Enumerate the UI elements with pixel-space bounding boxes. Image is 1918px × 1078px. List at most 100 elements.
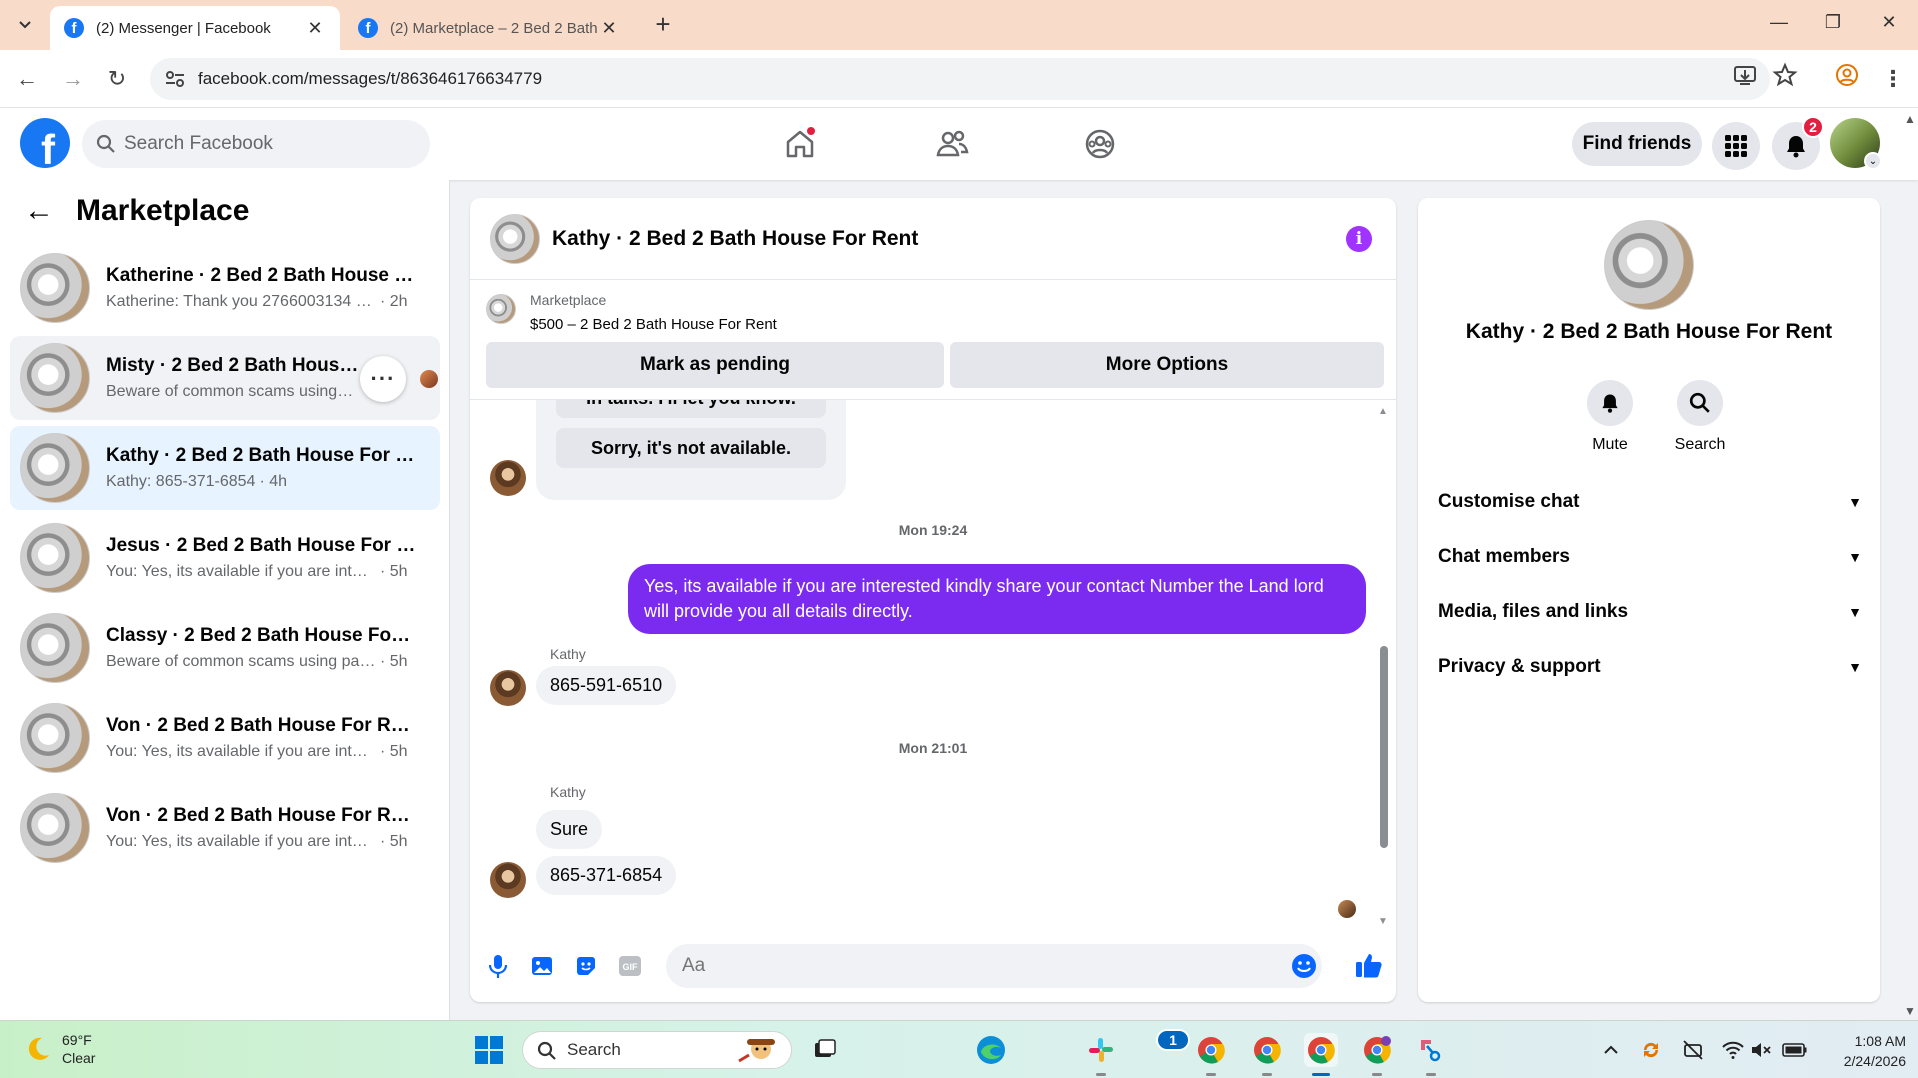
chevron-up-icon[interactable]	[1594, 1033, 1628, 1067]
chrome-profile-icon[interactable]	[1250, 1033, 1284, 1067]
close-tab-icon[interactable]: ✕	[598, 18, 620, 39]
url-field[interactable]: facebook.com/messages/t/863646176634779	[150, 58, 1770, 100]
tab-marketplace[interactable]: f (2) Marketplace – 2 Bed 2 Bath ✕	[344, 6, 634, 50]
message-input[interactable]	[666, 944, 1322, 988]
more-options-button[interactable]: More Options	[950, 342, 1384, 388]
app-icon[interactable]: 1	[1152, 1029, 1190, 1067]
chat-name: Misty · 2 Bed 2 Bath House For	[106, 355, 366, 376]
edge-icon[interactable]	[974, 1033, 1008, 1067]
tab-search-button[interactable]	[8, 10, 42, 40]
page-scrollbar[interactable]: ▲ ▼	[1900, 108, 1918, 1020]
menu-button[interactable]	[1712, 122, 1760, 170]
new-tab-icon[interactable]: +	[650, 11, 676, 38]
browser-menu-icon[interactable]: ⋮	[1878, 64, 1908, 94]
customise-chat-section[interactable]: Customise chat ▼	[1438, 482, 1862, 522]
task-view-icon[interactable]	[808, 1033, 842, 1067]
profile-account-icon[interactable]	[1834, 62, 1860, 88]
friends-nav-button[interactable]	[930, 122, 974, 166]
grid-menu-icon	[1725, 135, 1747, 157]
chat-list-item-selected[interactable]: Kathy · 2 Bed 2 Bath House For Rent Kath…	[10, 426, 440, 510]
thumbs-up-icon[interactable]	[1354, 950, 1384, 985]
listing-thumbnail[interactable]	[490, 213, 540, 264]
incoming-message[interactable]: 865-591-6510	[536, 666, 677, 705]
chrome-profile-a-icon[interactable]	[1360, 1033, 1394, 1067]
search-facebook-input[interactable]: Search Facebook	[82, 120, 430, 168]
weather-widget[interactable]: 69°F Clear	[24, 1031, 95, 1067]
gif-icon[interactable]: GIF	[616, 952, 644, 980]
snipping-tool-icon[interactable]	[1414, 1033, 1448, 1067]
restore-icon[interactable]: ❐	[1818, 12, 1848, 33]
sync-icon[interactable]	[1634, 1033, 1668, 1067]
chat-time: · 5h	[380, 743, 408, 760]
scroll-up-icon[interactable]: ▲	[1904, 112, 1916, 126]
windows-taskbar: 69°F Clear Search 1 1:08 AM 2/24/2026	[0, 1020, 1918, 1078]
media-files-links-section[interactable]: Media, files and links ▼	[1438, 592, 1862, 632]
volume-muted-icon[interactable]	[1744, 1033, 1778, 1067]
system-clock[interactable]: 1:08 AM 2/24/2026	[1826, 1031, 1906, 1071]
sticker-icon[interactable]	[572, 952, 600, 980]
facebook-logo-icon[interactable]: f	[20, 118, 70, 168]
install-app-icon[interactable]	[1732, 62, 1758, 88]
forward-arrow-icon[interactable]: →	[58, 64, 88, 94]
groups-nav-button[interactable]	[1078, 122, 1122, 166]
taskbar-badge: 1	[1156, 1029, 1190, 1051]
conversation-title[interactable]: Kathy · 2 Bed 2 Bath House For Rent	[552, 227, 918, 251]
reload-icon[interactable]: ↻	[102, 64, 132, 94]
tab-messenger[interactable]: f (2) Messenger | Facebook ✕	[50, 6, 340, 50]
back-arrow-icon[interactable]: ←	[24, 196, 54, 226]
info-icon[interactable]: i	[1346, 226, 1372, 252]
chat-list-item[interactable]: Von · 2 Bed 2 Bath House For Rent You: Y…	[10, 696, 440, 780]
chat-list-item[interactable]: Von · 2 Bed 2 Bath House For Rent You: Y…	[10, 786, 440, 870]
minimize-icon[interactable]: —	[1764, 12, 1794, 33]
listing-thumbnail	[20, 613, 90, 683]
site-settings-icon[interactable]	[164, 68, 186, 90]
incoming-message[interactable]: Sure	[536, 810, 603, 849]
section-label: Customise chat	[1438, 491, 1580, 512]
listing-thumbnail	[486, 294, 516, 324]
mute-button[interactable]: Mute	[1570, 380, 1650, 454]
search-in-conversation-button[interactable]: Search	[1660, 380, 1740, 454]
incoming-message[interactable]: 865-371-6854	[536, 856, 677, 895]
privacy-support-section[interactable]: Privacy & support ▼	[1438, 647, 1862, 687]
notifications-button[interactable]: 2	[1772, 116, 1824, 170]
taskbar-search[interactable]: Search	[522, 1031, 792, 1069]
microphone-icon[interactable]	[484, 952, 512, 980]
home-nav-button[interactable]	[778, 122, 822, 166]
emoji-icon[interactable]	[1290, 952, 1318, 985]
quick-reply-option[interactable]: Sorry, it's not available.	[556, 428, 826, 468]
chat-members-section[interactable]: Chat members ▼	[1438, 537, 1862, 577]
scroll-down-icon[interactable]: ▼	[1378, 916, 1388, 927]
outgoing-message[interactable]: Yes, its available if you are interested…	[628, 564, 1366, 634]
chrome-active-icon[interactable]	[1304, 1033, 1338, 1067]
chrome-icon[interactable]	[1194, 1033, 1228, 1067]
chat-list-item[interactable]: Jesus · 2 Bed 2 Bath House For Rent You:…	[10, 516, 440, 600]
scroll-down-icon[interactable]: ▼	[1904, 1004, 1916, 1018]
mark-pending-button[interactable]: Mark as pending	[486, 342, 944, 388]
back-arrow-icon[interactable]: ←	[12, 64, 42, 94]
quick-reply-option[interactable]: In talks. I'll let you know.	[556, 400, 826, 418]
chat-list-item[interactable]: Misty · 2 Bed 2 Bath House For Beware of…	[10, 336, 440, 420]
windows-start-icon[interactable]	[472, 1033, 506, 1067]
chat-time: · 4h	[259, 473, 288, 490]
more-options-icon[interactable]: ···	[360, 356, 406, 402]
slack-icon[interactable]	[1084, 1033, 1118, 1067]
chat-preview: You: Yes, its available if you are inter…	[106, 563, 376, 580]
chat-list-item[interactable]: Classy · 2 Bed 2 Bath House For Re... Be…	[10, 606, 440, 690]
sender-avatar	[490, 670, 526, 706]
close-window-icon[interactable]: ✕	[1874, 12, 1904, 33]
message-scrollbar[interactable]: ▲ ▼	[1378, 406, 1388, 930]
battery-icon[interactable]	[1778, 1033, 1812, 1067]
tab-title: (2) Marketplace – 2 Bed 2 Bath	[390, 19, 598, 37]
chevron-down-icon[interactable]: ⌄	[1864, 152, 1882, 170]
network-off-icon[interactable]	[1676, 1033, 1710, 1067]
scroll-thumb[interactable]	[1380, 646, 1388, 848]
photo-icon[interactable]	[528, 952, 556, 980]
listing-thumbnail	[1604, 220, 1694, 310]
marketplace-header: ← Marketplace	[24, 194, 249, 228]
find-friends-button[interactable]: Find friends	[1572, 122, 1702, 166]
running-indicator	[1206, 1073, 1216, 1076]
scroll-up-icon[interactable]: ▲	[1378, 406, 1388, 417]
close-tab-icon[interactable]: ✕	[304, 18, 326, 39]
chat-list-item[interactable]: Katherine · 2 Bed 2 Bath House Fo... Kat…	[10, 246, 440, 330]
bookmark-star-icon[interactable]	[1772, 62, 1798, 88]
